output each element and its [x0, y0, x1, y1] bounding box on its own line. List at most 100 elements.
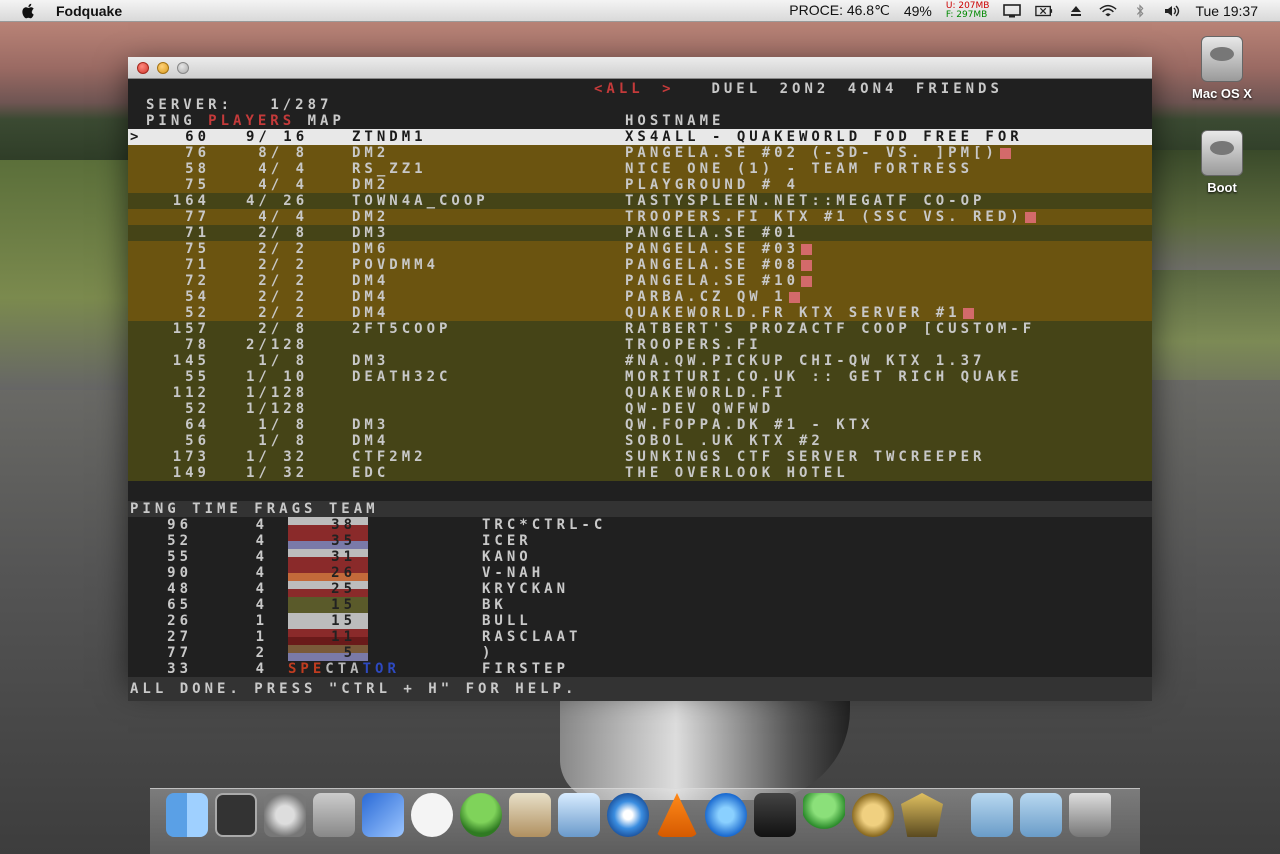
app-menu-title[interactable]: Fodquake	[56, 3, 122, 19]
player-frags: 35	[331, 533, 356, 549]
col-hostname[interactable]: HOSTNAME	[625, 113, 724, 129]
server-row[interactable]: 157 2/ 8 2FT5COOP Ratbert's ProZacTF Coop […	[128, 321, 1152, 337]
wifi-icon[interactable]	[1099, 4, 1118, 18]
messages-icon[interactable]	[411, 793, 453, 837]
server-hostname-text: qw.foppa.dk #1 - ktx	[625, 417, 874, 433]
server-row[interactable]: 145 1/ 8 DM3 #NA.QW.PICKUP CHI-QW KTX 1.37	[128, 353, 1152, 369]
desktop-icon-boot[interactable]: Boot	[1177, 130, 1267, 195]
server-row[interactable]: 77 4/ 4 DM2 Troopers.fi KTX #1 (ssc vs. red…	[128, 209, 1152, 225]
server-row[interactable]: >60 9/ 16 ZTNDM1 XS4ALL - QuakeWorld FOD Fr…	[128, 129, 1152, 145]
server-hostname: Nice One (1) - Team Fortress	[625, 161, 973, 177]
player-row[interactable]: 96 4 38 TRC*Ctrl-C	[128, 517, 1152, 533]
system-preferences-icon[interactable]	[264, 793, 306, 837]
itunes-icon[interactable]	[705, 793, 747, 837]
adium-icon[interactable]	[460, 793, 502, 837]
server-row[interactable]: 64 1/ 8 DM3 qw.foppa.dk #1 - ktx	[128, 417, 1152, 433]
close-button[interactable]	[137, 61, 149, 74]
alien-app-icon[interactable]	[803, 793, 845, 837]
preview-icon[interactable]	[558, 793, 600, 837]
trash-icon[interactable]	[1069, 793, 1111, 837]
server-hostname-text: Ratbert's ProZacTF Coop [Custom-F	[625, 321, 1036, 337]
player-row[interactable]: 77 2 5)	[128, 645, 1152, 661]
player-row[interactable]: 48 4 25 kryckan	[128, 581, 1152, 597]
shirt-color	[288, 597, 368, 605]
server-row[interactable]: 76 8/ 8 DM2 pangela.se #02 (-sd- vs. ]pm[)	[128, 145, 1152, 161]
player-frags-box: 15	[288, 597, 368, 613]
finder-icon[interactable]	[166, 793, 208, 837]
server-ping: 60	[185, 129, 210, 145]
menu-clock[interactable]: Tue 19:37	[1195, 3, 1258, 19]
player-row[interactable]: 65 4 15 bk	[128, 597, 1152, 613]
player-name: V-nah	[482, 565, 545, 581]
photo-booth-icon[interactable]	[754, 793, 796, 837]
server-row[interactable]: 71 2/ 8 DM3 pangela.se #01	[128, 225, 1152, 241]
fodquake-icon[interactable]	[852, 793, 894, 837]
minimize-button[interactable]	[157, 61, 169, 74]
player-ping: 26	[167, 613, 192, 629]
display-icon[interactable]	[1003, 3, 1022, 18]
favorite-flag-icon	[788, 291, 800, 303]
desktop-icon-label: Mac OS X	[1192, 86, 1252, 101]
server-row[interactable]: 78 2/128 troopers.fi	[128, 337, 1152, 353]
tab-duel[interactable]: DUEL	[711, 81, 761, 97]
battery-percent[interactable]: 49%	[904, 3, 932, 19]
pants-color	[288, 653, 368, 661]
player-row[interactable]: 52 4 35 icer	[128, 533, 1152, 549]
zoom-button[interactable]	[177, 61, 189, 74]
player-row[interactable]: 27 1 11 rasclaat	[128, 629, 1152, 645]
server-row[interactable]: 71 2/ 2 POVDMM4 pangela.se #08	[128, 257, 1152, 273]
downloads-folder-icon[interactable]	[1020, 793, 1062, 837]
window-titlebar[interactable]	[128, 57, 1152, 79]
desktop-icon-macosx[interactable]: Mac OS X	[1177, 36, 1267, 101]
documents-folder-icon[interactable]	[971, 793, 1013, 837]
server-row[interactable]: 173 1/ 32 CTF2M2 Sunkings CTF Server TWCree…	[128, 449, 1152, 465]
server-row[interactable]: 75 4/ 4 DM2 PlayGround # 4	[128, 177, 1152, 193]
col-ping[interactable]: PING	[146, 113, 196, 129]
server-row[interactable]: 149 1/ 32 EDC The Overlook Hotel	[128, 465, 1152, 481]
server-hostname-text: pangela.se #10	[625, 273, 800, 289]
apple-menu-icon[interactable]	[20, 2, 38, 20]
volume-icon[interactable]	[1163, 4, 1181, 18]
server-hostname: XS4ALL - QuakeWorld FOD Free For	[625, 129, 1023, 145]
tab-2on2[interactable]: 2ON2	[780, 81, 830, 97]
server-hostname-text: XS4ALL - QuakeWorld FOD Free For	[625, 129, 1023, 145]
disk-utility-icon[interactable]	[313, 793, 355, 837]
safari-icon[interactable]	[607, 793, 649, 837]
cpu-temperature[interactable]: PROCE: 46.8℃	[789, 2, 890, 19]
player-ping: 52	[167, 533, 192, 549]
server-ping: 76	[185, 145, 210, 161]
bluetooth-icon[interactable]	[1131, 3, 1149, 18]
server-row[interactable]: 72 2/ 2 DM4 pangela.se #10	[128, 273, 1152, 289]
server-row[interactable]: 52 2/ 2 DM4 QuakeWorld.fr KTX Server #1	[128, 305, 1152, 321]
vlc-icon[interactable]	[656, 793, 698, 837]
server-players: 4/ 4	[258, 177, 308, 193]
server-row[interactable]: 52 1/128 QW-DEV QWFWD	[128, 401, 1152, 417]
server-row[interactable]: 112 1/128 quakeworld.fi	[128, 385, 1152, 401]
memory-monitor[interactable]: U: 207MB F: 297MB	[946, 1, 990, 20]
spectator-row[interactable]: 33 4 SPECTATOR firstep	[128, 661, 1152, 677]
security-shield-icon[interactable]	[901, 793, 943, 837]
pants-color	[288, 525, 368, 533]
battery-icon[interactable]	[1035, 4, 1053, 18]
server-row[interactable]: 58 4/ 4 RS_ZZ1 Nice One (1) - Team Fortress	[128, 161, 1152, 177]
player-frags: 31	[331, 549, 356, 565]
eject-icon[interactable]	[1067, 4, 1085, 18]
col-map[interactable]: MAP	[308, 113, 345, 129]
player-row[interactable]: 26 1 15 bull	[128, 613, 1152, 629]
fodquake-window: <ALL > DUEL 2ON2 4ON4 FRIENDS SERVER: 1/…	[128, 57, 1152, 701]
terminal-icon[interactable]	[215, 793, 257, 837]
player-row[interactable]: 55 4 31 kano	[128, 549, 1152, 565]
mail-icon[interactable]	[509, 793, 551, 837]
col-players[interactable]: PLAYERS	[208, 113, 295, 129]
tab-friends[interactable]: FRIENDS	[916, 81, 1003, 97]
server-row[interactable]: 54 2/ 2 DM4 Parba.cz QW 1	[128, 289, 1152, 305]
server-row[interactable]: 56 1/ 8 DM4 Sobol .UK KTX #2	[128, 433, 1152, 449]
tab-all[interactable]: <ALL >	[594, 81, 675, 97]
server-ping: 52	[185, 305, 210, 321]
server-row[interactable]: 164 4/ 26 TOWN4A_COOP tastyspleen.net::Mega…	[128, 193, 1152, 209]
tab-4on4[interactable]: 4ON4	[848, 81, 898, 97]
player-row[interactable]: 90 4 26 V-nah	[128, 565, 1152, 581]
xcode-icon[interactable]	[362, 793, 404, 837]
server-row[interactable]: 55 1/ 10 DEATH32C Moriturі.co.uk :: Get Ric…	[128, 369, 1152, 385]
server-row[interactable]: 75 2/ 2 DM6 pangela.se #03	[128, 241, 1152, 257]
